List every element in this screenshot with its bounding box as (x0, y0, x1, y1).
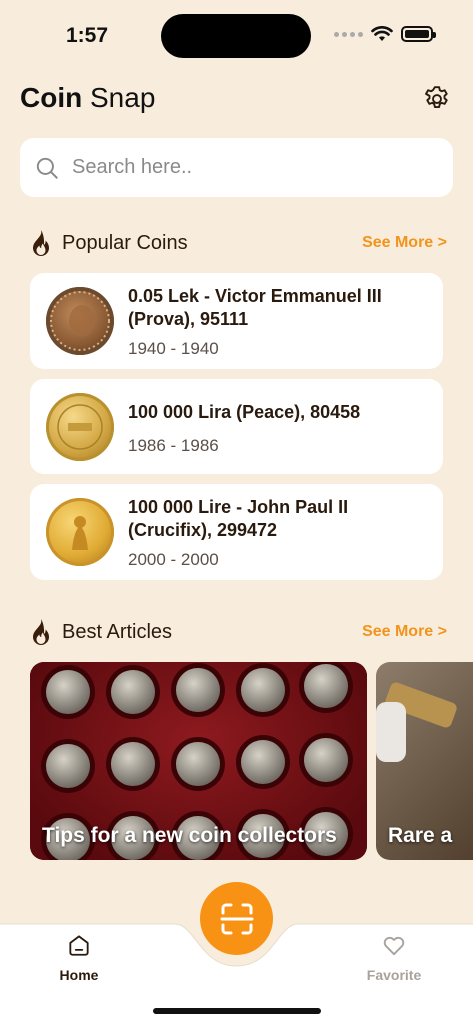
articles-carousel[interactable]: Tips for a new coin collectors Rare a (30, 662, 473, 860)
battery-icon (401, 26, 436, 42)
popular-see-more-link[interactable]: See More > (362, 234, 447, 252)
nav-home[interactable]: Home (29, 932, 129, 983)
coin-name: 100 000 Lira (Peace), 80458 (128, 402, 361, 422)
coin-card[interactable]: 100 000 Lira (Peace), 80458 1986 - 1986 (30, 379, 443, 474)
article-title: Rare a (388, 824, 453, 847)
articles-see-more-link[interactable]: See More > (362, 623, 447, 641)
article-title: Tips for a new coin collectors (42, 824, 337, 847)
status-icons (334, 26, 436, 42)
settings-button[interactable] (422, 84, 452, 114)
article-card[interactable]: Tips for a new coin collectors (30, 662, 367, 860)
coin-name: 100 000 Lire - John Paul II (Crucifix), … (128, 497, 349, 540)
coin-image (46, 287, 114, 355)
coin-years: 1940 - 1940 (128, 339, 219, 358)
coin-years: 1986 - 1986 (128, 436, 219, 455)
scan-icon (220, 903, 253, 934)
status-time: 1:57 (66, 24, 109, 47)
coin-card[interactable]: 100 000 Lire - John Paul II (Crucifix), … (30, 484, 443, 580)
heart-icon (383, 936, 405, 956)
app-title: Coin Snap (20, 82, 155, 114)
home-icon (69, 935, 89, 956)
coin-image (46, 393, 114, 461)
home-indicator (153, 1008, 321, 1014)
coin-years: 2000 - 2000 (128, 550, 219, 569)
nav-favorite-label: Favorite (366, 967, 422, 983)
nav-favorite[interactable]: Favorite (344, 932, 444, 983)
fire-icon (33, 230, 49, 256)
search-icon (36, 157, 58, 179)
popular-coins-header: Popular Coins See More > (30, 228, 447, 258)
search-input[interactable] (72, 156, 412, 179)
popular-coins-title: Popular Coins (62, 231, 188, 254)
nav-home-label: Home (59, 967, 99, 983)
scan-button[interactable] (200, 882, 273, 955)
coin-image (46, 498, 114, 566)
coin-info: 100 000 Lire - John Paul II (Crucifix), … (128, 496, 429, 570)
article-card[interactable]: Rare a (376, 662, 473, 860)
status-bar: 1:57 (0, 0, 473, 70)
gear-icon (425, 86, 448, 108)
best-articles-header: Best Articles See More > (30, 617, 447, 647)
coin-name: 0.05 Lek - Victor Emmanuel III (Prova), … (128, 286, 382, 329)
search-box[interactable] (20, 138, 453, 197)
fire-icon (33, 619, 49, 645)
app-title-bold: Coin (20, 82, 83, 113)
app-title-regular: Snap (90, 82, 156, 113)
best-articles-title: Best Articles (62, 620, 173, 643)
coin-card[interactable]: 0.05 Lek - Victor Emmanuel III (Prova), … (30, 273, 443, 369)
coin-info: 100 000 Lira (Peace), 80458 1986 - 1986 (128, 401, 360, 456)
dynamic-island (161, 14, 311, 58)
wifi-icon (371, 26, 393, 41)
signal-icon (334, 31, 363, 37)
coin-info: 0.05 Lek - Victor Emmanuel III (Prova), … (128, 285, 429, 359)
